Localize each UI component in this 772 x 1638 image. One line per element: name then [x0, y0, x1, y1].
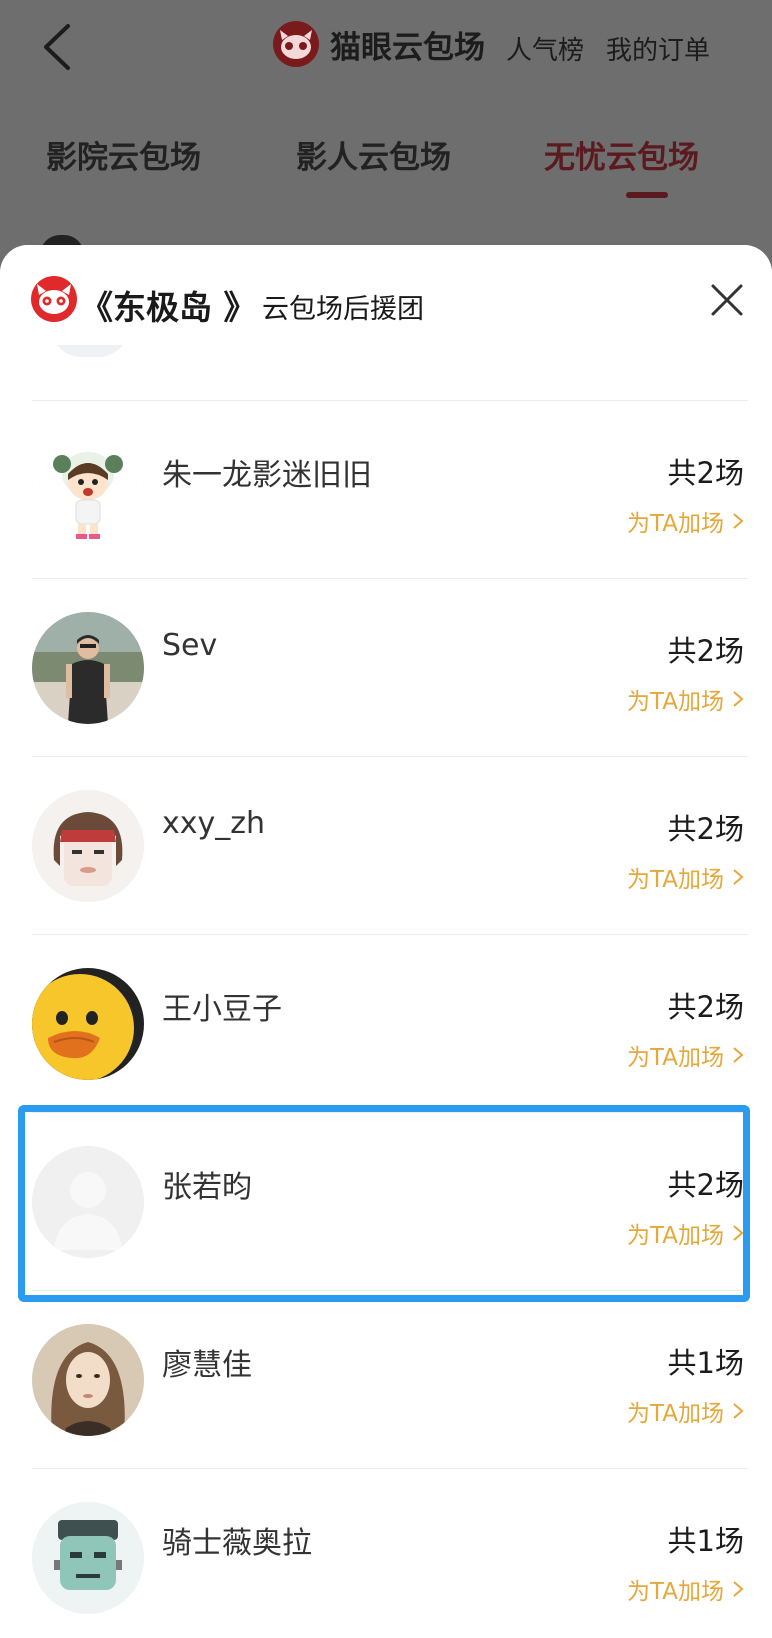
sheet-subtitle: 云包场后援团 — [262, 294, 424, 325]
category-tabs: 影院云包场 影人云包场 无忧云包场 — [0, 120, 772, 200]
tab-filmmaker-package[interactable]: 影人云包场 — [296, 132, 451, 177]
supporter-name: 王小豆子 — [162, 992, 282, 1027]
session-count: 共1场 — [667, 1524, 744, 1558]
add-session-link[interactable]: 为TA加场 — [627, 682, 744, 716]
avatar[interactable] — [32, 790, 144, 902]
chevron-right-icon — [733, 691, 744, 707]
list-item[interactable]: xxy_zh 共2场 为TA加场 — [0, 756, 772, 934]
list-item[interactable]: 廖慧佳 共1场 为TA加场 — [0, 1290, 772, 1468]
add-session-link[interactable]: 为TA加场 — [627, 1394, 744, 1428]
add-session-label: 为TA加场 — [627, 1401, 724, 1427]
add-session-link[interactable]: 为TA加场 — [627, 1038, 744, 1072]
close-icon[interactable] — [710, 283, 744, 317]
chevron-right-icon — [733, 1047, 744, 1063]
cartoon-girl-avatar-icon — [32, 434, 144, 546]
add-session-link[interactable]: 为TA加场 — [627, 860, 744, 894]
supporter-name: 朱一龙影迷旧旧 — [162, 458, 372, 493]
session-count: 共2场 — [667, 990, 744, 1024]
supporters-list: 朱一龙影迷旧旧 共2场 为TA加场 Sev 共2场 为TA加场 xxy_zh 共… — [0, 400, 772, 1638]
add-session-label: 为TA加场 — [627, 689, 724, 715]
green-monster-avatar-icon — [32, 1502, 144, 1614]
photo-man-avatar-icon — [32, 612, 144, 724]
photo-woman-avatar-icon — [32, 1324, 144, 1436]
list-item[interactable]: Sev 共2场 为TA加场 — [0, 578, 772, 756]
active-tab-indicator — [626, 192, 668, 198]
highlight-box — [18, 1105, 750, 1302]
chevron-right-icon — [733, 513, 744, 529]
add-session-label: 为TA加场 — [627, 867, 724, 893]
divider — [32, 578, 748, 579]
brand-name: 猫眼云包场 — [330, 29, 485, 66]
add-session-link[interactable]: 为TA加场 — [627, 504, 744, 538]
chevron-right-icon — [733, 1581, 744, 1597]
tab-worry-free-package[interactable]: 无忧云包场 — [544, 132, 699, 177]
session-count: 共2场 — [667, 456, 744, 490]
avatar[interactable] — [32, 434, 144, 546]
divider — [32, 934, 748, 935]
chevron-right-icon — [733, 1403, 744, 1419]
supporter-name: 骑士薇奥拉 — [162, 1526, 312, 1561]
session-count: 共1场 — [667, 1346, 744, 1380]
add-session-label: 为TA加场 — [627, 1579, 724, 1605]
list-item[interactable]: 骑士薇奥拉 共1场 为TA加场 — [0, 1468, 772, 1638]
add-session-label: 为TA加场 — [627, 511, 724, 537]
avatar[interactable] — [32, 612, 144, 724]
divider — [32, 756, 748, 757]
avatar[interactable] — [32, 968, 144, 1080]
movie-title: 《东极岛 》 — [80, 288, 257, 327]
supporters-sheet: 《东极岛 》 云包场后援团 朱一龙影迷旧旧 共2场 为TA加场 Sev 共2场 … — [0, 245, 772, 1638]
add-session-label: 为TA加场 — [627, 1045, 724, 1071]
chevron-right-icon — [733, 869, 744, 885]
divider — [32, 1468, 748, 1469]
popularity-ranking-link[interactable]: 人气榜 — [506, 30, 584, 67]
brand: 猫眼云包场 — [272, 20, 485, 68]
maoyan-logo-icon — [273, 21, 319, 67]
supporter-name: Sev — [162, 628, 218, 663]
divider — [32, 400, 748, 401]
session-count: 共2场 — [667, 812, 744, 846]
supporter-name: 廖慧佳 — [162, 1348, 252, 1383]
cartoon-face-avatar-icon — [32, 790, 144, 902]
top-bar: 猫眼云包场 人气榜 我的订单 — [0, 0, 772, 95]
session-count: 共2场 — [667, 634, 744, 668]
supporter-name: xxy_zh — [162, 806, 266, 841]
avatar[interactable] — [32, 1324, 144, 1436]
list-item[interactable]: 王小豆子 共2场 为TA加场 — [0, 934, 772, 1112]
yellow-duck-avatar-icon — [32, 968, 144, 1080]
list-item[interactable]: 朱一龙影迷旧旧 共2场 为TA加场 — [0, 400, 772, 578]
my-orders-link[interactable]: 我的订单 — [606, 30, 710, 67]
tab-cinema-package[interactable]: 影院云包场 — [46, 132, 201, 177]
maoyan-logo-icon — [31, 276, 77, 322]
avatar[interactable] — [32, 1502, 144, 1614]
add-session-link[interactable]: 为TA加场 — [627, 1572, 744, 1606]
back-arrow-icon[interactable] — [38, 22, 78, 72]
sheet-header: 《东极岛 》 云包场后援团 — [0, 245, 772, 345]
